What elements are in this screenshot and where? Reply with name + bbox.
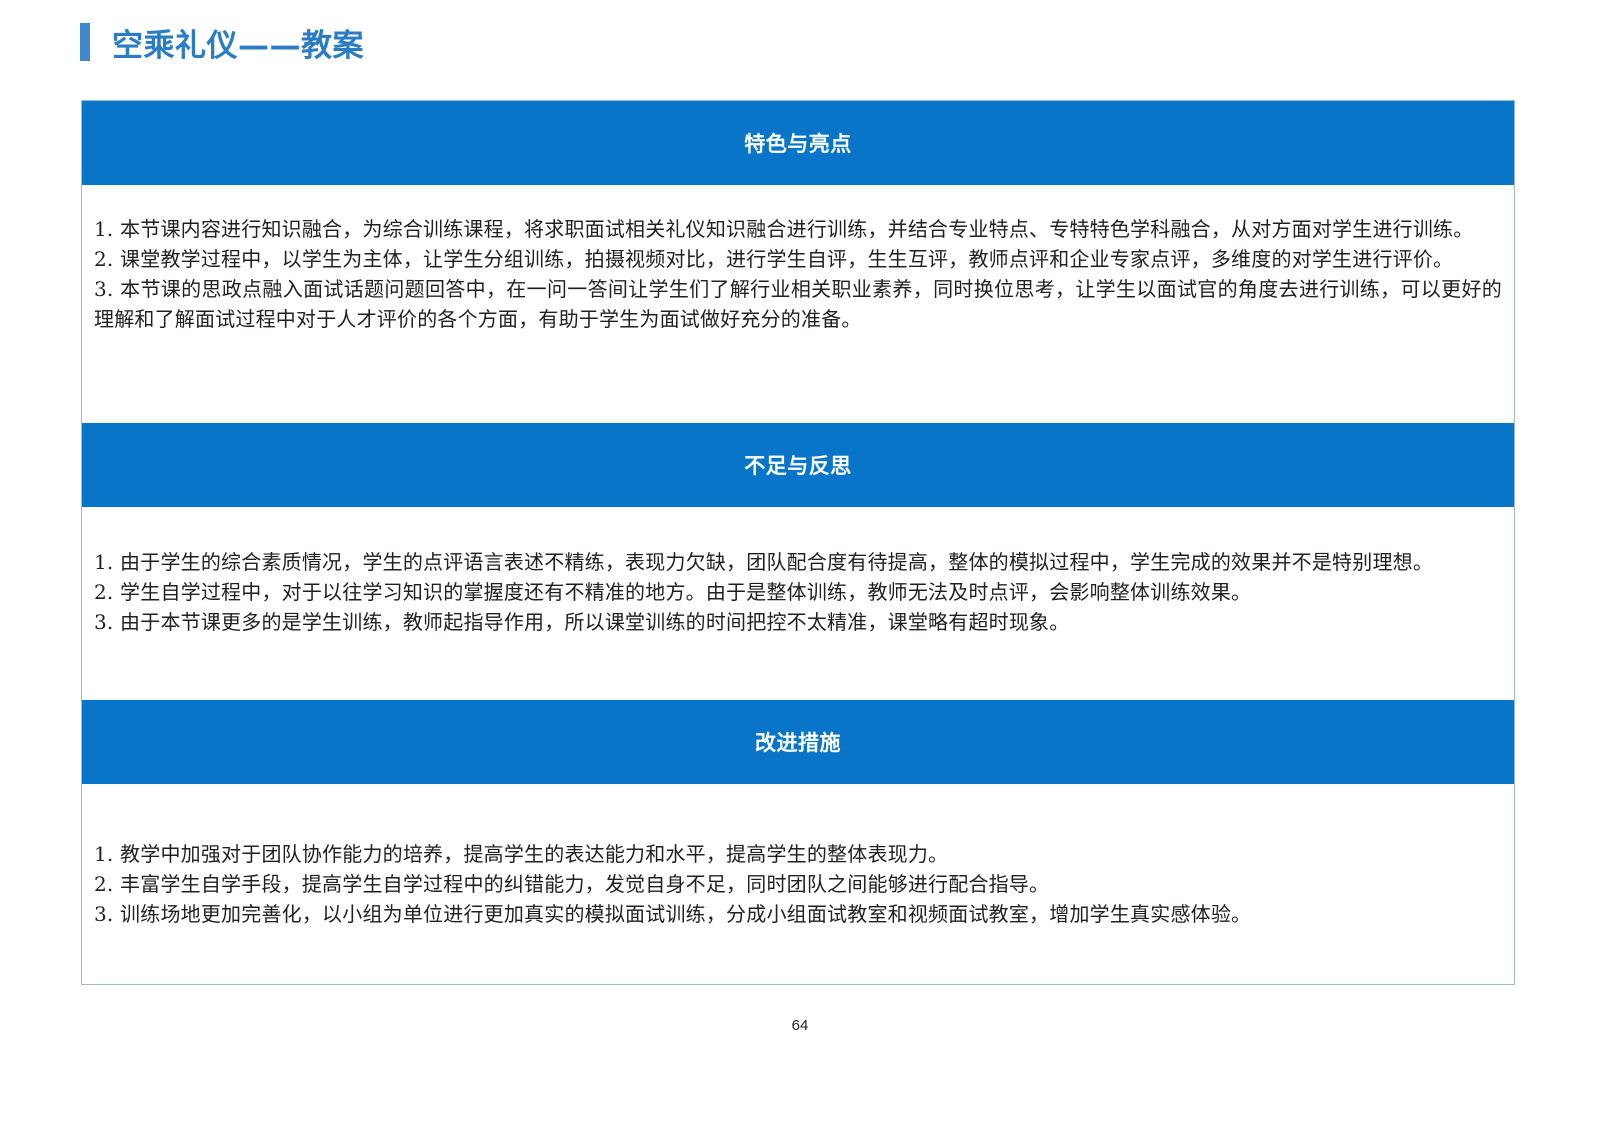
list-item: 2. 学生自学过程中，对于以往学习知识的掌握度还有不精准的地方。由于是整体训练，… <box>94 580 1252 604</box>
list-item: 3. 训练场地更加完善化，以小组为单位进行更加真实的模拟面试训练，分成小组面试教… <box>94 902 1252 926</box>
list-item: 2. 丰富学生自学手段，提高学生自学过程中的纠错能力，发觉自身不足，同时团队之间… <box>94 872 1050 896</box>
lesson-reflection-table: 特色与亮点 1. 本节课内容进行知识融合，为综合训练课程，将求职面试相关礼仪知识… <box>81 100 1515 985</box>
section-header-shortcomings: 不足与反思 <box>82 423 1514 507</box>
title-accent-bar <box>80 23 90 61</box>
section-header-highlights: 特色与亮点 <box>82 101 1514 185</box>
list-item: 1. 本节课内容进行知识融合，为综合训练课程，将求职面试相关礼仪知识融合进行训练… <box>94 217 1474 241</box>
list-item: 1. 由于学生的综合素质情况，学生的点评语言表述不精练，表现力欠缺，团队配合度有… <box>94 550 1434 574</box>
section-body-highlights: 1. 本节课内容进行知识融合，为综合训练课程，将求职面试相关礼仪知识融合进行训练… <box>82 185 1514 423</box>
list-item: 1. 教学中加强对于团队协作能力的培养，提高学生的表达能力和水平，提高学生的整体… <box>94 842 949 866</box>
list-item: 3. 由于本节课更多的是学生训练，教师起指导作用，所以课堂训练的时间把控不太精准… <box>94 610 1070 634</box>
page-number: 64 <box>791 1017 809 1034</box>
section-header-improvements: 改进措施 <box>82 700 1514 784</box>
list-item: 3. 本节课的思政点融入面试话题问题回答中，在一问一答间让学生们了解行业相关职业… <box>94 277 1502 331</box>
page-title: 空乘礼仪——教案 <box>112 27 364 64</box>
page-heading: 空乘礼仪——教案 <box>80 22 364 64</box>
list-item: 2. 课堂教学过程中，以学生为主体，让学生分组训练，拍摄视频对比，进行学生自评，… <box>94 247 1454 271</box>
section-body-improvements: 1. 教学中加强对于团队协作能力的培养，提高学生的表达能力和水平，提高学生的整体… <box>82 784 1514 984</box>
section-body-shortcomings: 1. 由于学生的综合素质情况，学生的点评语言表述不精练，表现力欠缺，团队配合度有… <box>82 507 1514 700</box>
